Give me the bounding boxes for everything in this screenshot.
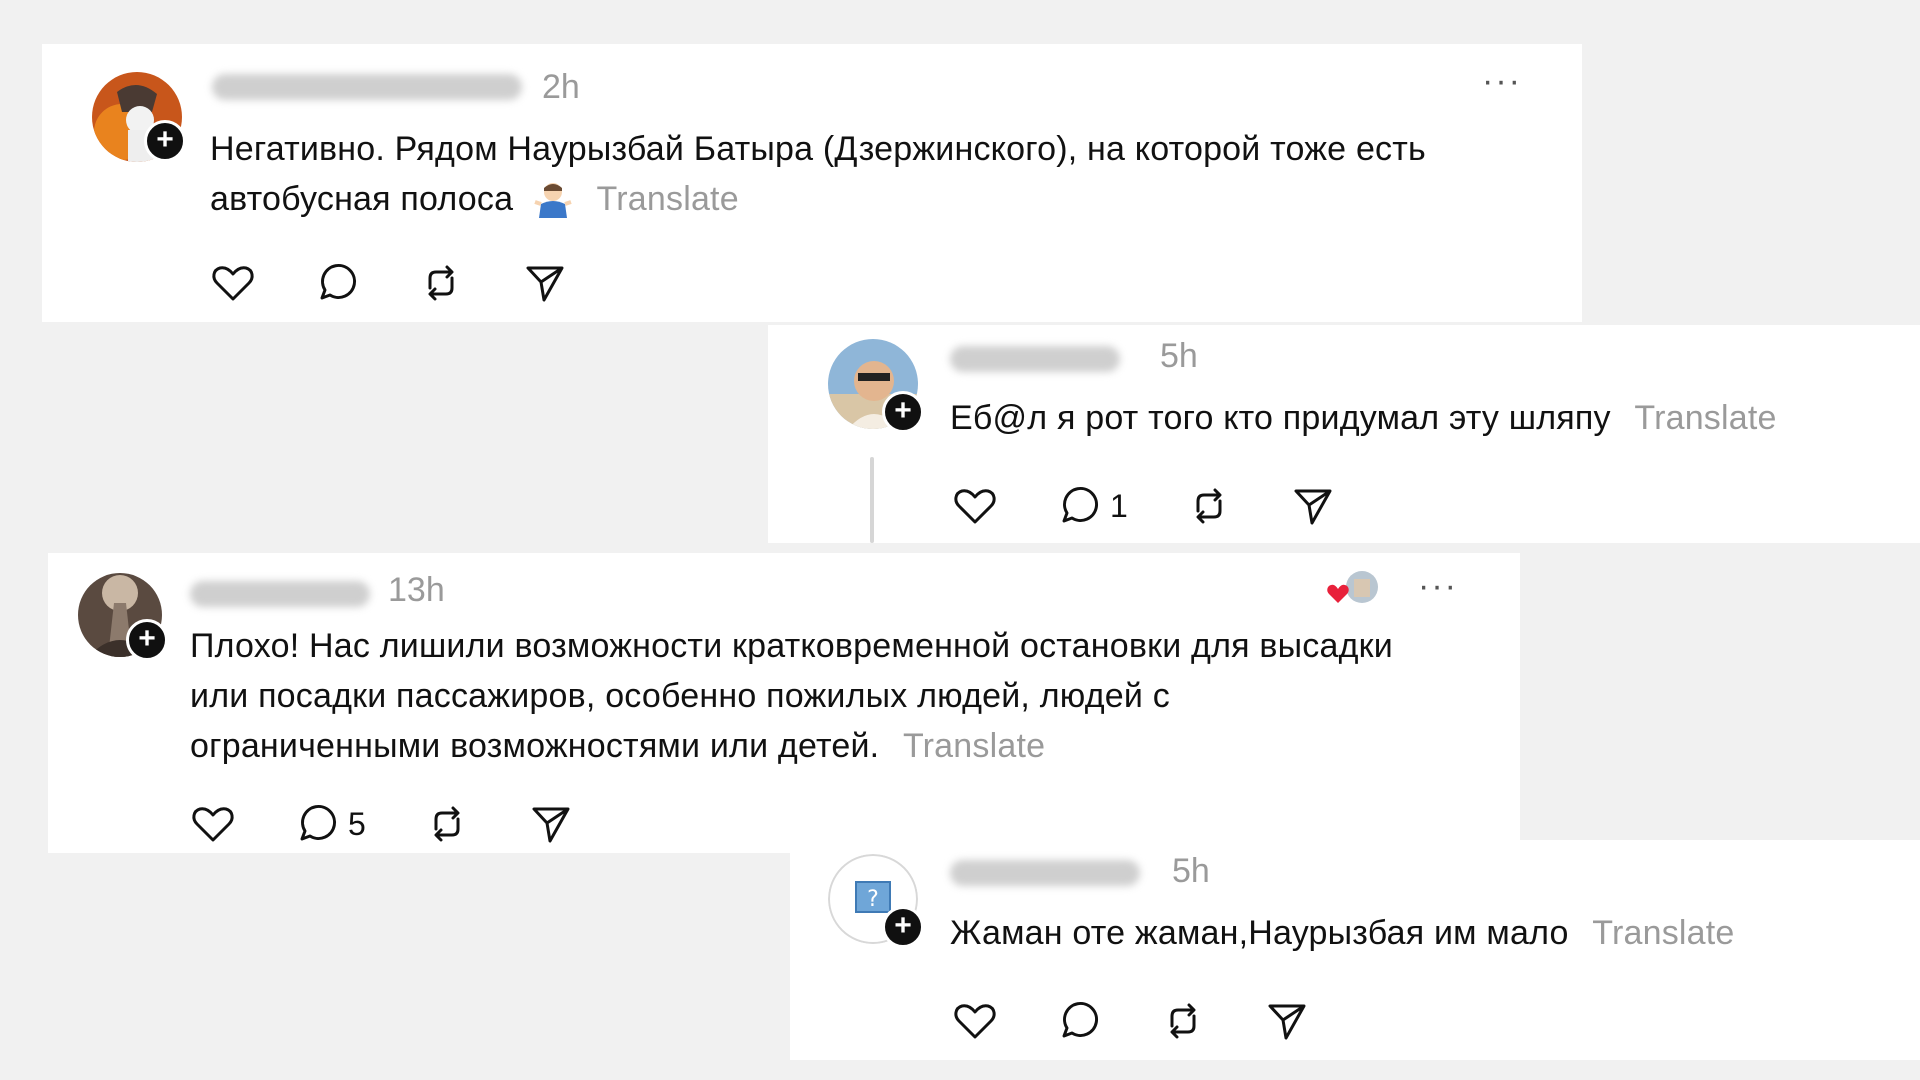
- timestamp: 5h: [1172, 852, 1210, 890]
- repost-icon: [434, 806, 460, 842]
- repost-icon: [428, 265, 454, 301]
- comment-button[interactable]: [314, 260, 360, 306]
- comment-button[interactable]: [1056, 998, 1102, 1044]
- timestamp: 13h: [388, 571, 445, 609]
- liked-by-author-icon[interactable]: [1326, 569, 1382, 609]
- reply-count: 1: [1110, 487, 1128, 524]
- comment-text: Плохо! Нас лишили возможности кратковрем…: [190, 621, 1430, 771]
- like-button[interactable]: [952, 483, 998, 529]
- username-blurred[interactable]: [212, 74, 522, 100]
- heart-icon: [954, 1004, 996, 1039]
- follow-plus-icon[interactable]: +: [126, 619, 168, 661]
- comment-icon: [300, 805, 336, 841]
- heart-icon: [212, 266, 254, 301]
- comment-text: Жаман оте жаман,Наурызбая им мало Transl…: [950, 908, 1900, 958]
- repost-button[interactable]: [424, 801, 470, 847]
- avatar[interactable]: +: [92, 72, 186, 162]
- comment-card: + 13h ··· Плохо! Нас лишили возможности …: [48, 553, 1520, 853]
- repost-button[interactable]: [418, 260, 464, 306]
- avatar[interactable]: +: [78, 573, 168, 661]
- like-button[interactable]: [952, 998, 998, 1044]
- username-blurred[interactable]: [950, 860, 1140, 886]
- action-bar: 5: [190, 801, 632, 847]
- share-icon: [1294, 489, 1332, 525]
- heart-icon: [954, 489, 996, 524]
- comment-body: Еб@л я рот того кто придумал эту шляпу: [950, 399, 1611, 437]
- username-blurred[interactable]: [190, 581, 370, 607]
- comment-button[interactable]: 5: [294, 801, 366, 847]
- more-icon[interactable]: ···: [1482, 62, 1522, 101]
- repost-icon: [1170, 1003, 1196, 1039]
- translate-link[interactable]: Translate: [597, 180, 739, 218]
- repost-button[interactable]: [1186, 483, 1232, 529]
- comment-icon: [1062, 487, 1098, 523]
- timestamp: 5h: [1160, 337, 1198, 375]
- follow-plus-icon[interactable]: +: [882, 906, 924, 948]
- comment-card: ? + 5h Жаман оте жаман,Наурызбая им мало…: [790, 840, 1920, 1060]
- comment-icon: [320, 264, 356, 300]
- heart-icon: [192, 807, 234, 842]
- action-bar: 1: [952, 483, 1394, 529]
- repost-icon: [1196, 488, 1222, 524]
- share-button[interactable]: [522, 260, 568, 306]
- share-icon: [526, 266, 564, 302]
- share-button[interactable]: [528, 801, 574, 847]
- like-button[interactable]: [210, 260, 256, 306]
- shrug-emoji-icon: [534, 183, 572, 218]
- comment-text: Негативно. Рядом Наурызбай Батыра (Дзерж…: [210, 124, 1520, 224]
- translate-link[interactable]: Translate: [1592, 914, 1734, 952]
- like-button[interactable]: [190, 801, 236, 847]
- translate-link[interactable]: Translate: [903, 727, 1045, 765]
- comment-card: + 2h ··· Негативно. Рядом Наурызбай Баты…: [42, 44, 1582, 322]
- thread-line: [870, 457, 874, 543]
- avatar[interactable]: ? +: [828, 854, 924, 948]
- share-button[interactable]: [1264, 998, 1310, 1044]
- timestamp: 2h: [542, 68, 580, 106]
- share-icon: [1268, 1004, 1306, 1040]
- share-button[interactable]: [1290, 483, 1336, 529]
- action-bar: [952, 998, 1368, 1044]
- comment-body: Плохо! Нас лишили возможности кратковрем…: [190, 627, 1393, 765]
- svg-text:?: ?: [867, 887, 879, 912]
- repost-button[interactable]: [1160, 998, 1206, 1044]
- comment-icon: [1062, 1002, 1098, 1038]
- translate-link[interactable]: Translate: [1634, 399, 1776, 437]
- username-blurred[interactable]: [950, 346, 1120, 372]
- comment-body: Негативно. Рядом Наурызбай Батыра (Дзерж…: [210, 130, 1426, 218]
- comment-text: Еб@л я рот того кто придумал эту шляпу T…: [950, 393, 1900, 443]
- reply-count: 5: [348, 805, 366, 842]
- avatar[interactable]: +: [828, 339, 924, 433]
- follow-plus-icon[interactable]: +: [882, 391, 924, 433]
- follow-plus-icon[interactable]: +: [144, 120, 186, 162]
- comment-button[interactable]: 1: [1056, 483, 1128, 529]
- share-icon: [532, 807, 570, 843]
- comment-card: + 5h Еб@л я рот того кто придумал эту шл…: [768, 325, 1920, 543]
- more-icon[interactable]: ···: [1418, 567, 1458, 606]
- comment-body: Жаман оте жаман,Наурызбая им мало: [950, 914, 1569, 952]
- action-bar: [210, 260, 626, 306]
